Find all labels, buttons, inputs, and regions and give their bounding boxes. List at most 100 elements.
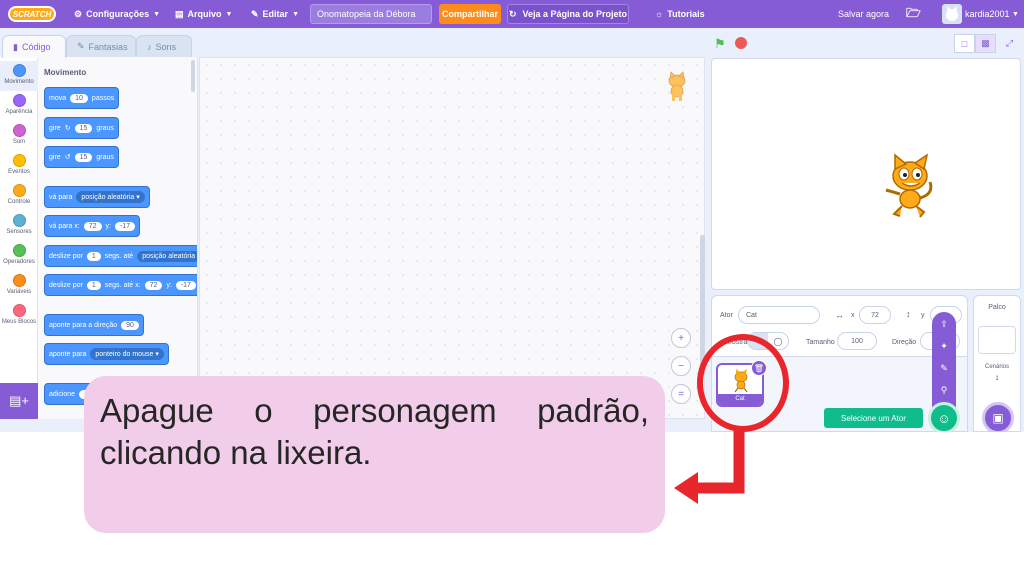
lightbulb-icon: ☼ [655,9,664,19]
category-dot [12,304,26,317]
category-label: Eventos [8,169,30,175]
workspace-scrollbar[interactable] [700,235,705,375]
chevron-down-icon: ▼ [153,10,161,18]
speaker-icon: ♪ [147,41,152,52]
add-extension-button[interactable]: ▤+ [0,383,38,419]
category-events[interactable]: Eventos [0,151,38,181]
block-input[interactable]: 1 [86,251,101,261]
block-text: adicione [49,390,76,398]
tab-costumes[interactable]: ✎ Fantasias [66,35,136,57]
settings-menu[interactable]: ⚙ Configurações ▼ [74,0,160,28]
category-dot [12,184,26,197]
scratch-logo[interactable]: SCRATCH [8,6,56,22]
save-now-button[interactable]: Salvar agora [838,0,889,28]
block-input[interactable]: -17 [115,221,136,231]
fullscreen-button[interactable]: ⤢ [999,34,1020,53]
block-goto[interactable]: vá para posição aleatória ▾ [44,186,150,208]
rotate-left-icon: ↺ [64,154,71,161]
sprite-name-input[interactable]: Cat [738,306,820,324]
size-input[interactable]: 100 [837,332,877,350]
search-icon[interactable]: ⚲ [932,380,956,400]
cat-sprite-icon [668,71,686,101]
block-point-direction[interactable]: aponte para a direção 90 [44,314,144,336]
category-variables[interactable]: Variáveis [0,271,38,301]
block-input[interactable]: 10 [70,93,88,103]
block-text: graus [96,153,114,161]
backdrop-thumbnail[interactable] [978,326,1016,354]
category-dot [12,64,26,77]
palette-scrollbar[interactable] [191,60,195,92]
see-project-page-button[interactable]: ↻ Veja a Página do Projeto [507,4,629,24]
block-input[interactable]: 72 [144,280,163,290]
username[interactable]: kardia2001 [965,0,1010,28]
block-text: gire [49,153,61,161]
block-point-towards[interactable]: aponte para ponteiro do mouse ▾ [44,343,169,365]
block-text: vá para [49,193,73,201]
choose-sprite-button[interactable]: ☺ [928,402,960,432]
zoom-in-button[interactable]: + [671,328,691,348]
block-text: graus [96,124,114,132]
block-input[interactable]: 90 [121,320,139,330]
category-menu: Movimento Aparência Som Eventos Controle… [0,57,38,387]
zoom-out-button[interactable]: − [671,356,691,376]
x-input[interactable]: 72 [859,306,891,324]
block-input[interactable]: 15 [74,123,93,133]
category-looks[interactable]: Aparência [0,91,38,121]
block-dropdown[interactable]: ponteiro do mouse ▾ [90,348,164,360]
rotate-right-icon: ↻ [64,125,71,132]
block-text: vá para x: [49,222,80,230]
stop-button[interactable] [735,37,747,49]
category-operators[interactable]: Operadores [0,241,38,271]
category-dot [12,244,26,257]
category-sensing[interactable]: Sensores [0,211,38,241]
block-input[interactable]: 15 [74,152,93,162]
block-input[interactable]: 72 [83,221,102,231]
category-my-blocks[interactable]: Meus Blocos [0,301,38,331]
category-control[interactable]: Controle [0,181,38,211]
block-input[interactable]: -17 [175,280,196,290]
green-flag-icon[interactable]: ⚑ [714,36,728,51]
block-turn-right[interactable]: gire ↻ 15 graus [44,117,119,139]
normal-stage-button[interactable]: ▩ [975,34,996,53]
stage[interactable] [711,58,1021,290]
category-sound[interactable]: Som [0,121,38,151]
red-arrow-icon [674,428,745,504]
see-project-page-label: Veja a Página do Projeto [522,9,628,19]
edit-menu[interactable]: ✎ Editar ▼ [251,0,299,28]
block-glide-xy[interactable]: deslize por 1 segs. até x: 72 y: -17 [44,274,197,296]
tab-sounds[interactable]: ♪ Sons [136,35,192,57]
folder-icon[interactable]: 🗁 [906,0,921,28]
zoom-reset-button[interactable]: = [671,384,691,404]
block-goto-xy[interactable]: vá para x: 72 y: -17 [44,215,141,237]
block-turn-left[interactable]: gire ↺ 15 graus [44,146,119,168]
block-input[interactable]: 1 [86,280,101,290]
block-dropdown[interactable]: posição aleatória ▾ [76,191,145,203]
project-title-input[interactable]: Onomatopeia da Débora [310,4,432,24]
avatar[interactable] [942,4,962,24]
cat-avatar-icon [946,6,958,21]
surprise-icon[interactable]: ✦ [932,336,956,356]
file-menu-label: Arquivo [187,9,222,19]
upload-sprite-icon[interactable]: ⇧ [932,314,956,334]
share-button[interactable]: Compartilhar [439,4,501,24]
category-label: Movimento [4,79,34,85]
code-workspace[interactable] [199,57,705,419]
zoom-out-icon: − [678,360,684,372]
small-stage-button[interactable]: □ [954,34,975,53]
block-text: segs. até [104,252,134,260]
tutorials-button[interactable]: ☼ Tutoriais [655,0,705,28]
tab-code[interactable]: ▮ Código [2,35,66,58]
block-glide-random[interactable]: deslize por 1 segs. até posição aleatóri… [44,245,197,267]
block-text: segs. até x: [104,281,141,289]
block-move-steps[interactable]: mova 10 passos [44,87,120,109]
category-motion[interactable]: Movimento [0,61,38,91]
choose-backdrop-button[interactable]: ▣ [982,402,1014,432]
paint-brush-icon[interactable]: ✎ [932,358,956,378]
chevron-down-icon: ▾ [155,351,159,358]
block-text: passos [91,94,115,102]
instruction-callout: Apague o personagem padrão, clicando na … [84,376,665,533]
instruction-text: Apague o personagem padrão, clicando na … [100,392,649,471]
block-dropdown[interactable]: posição aleatória [137,250,197,262]
dropdown-label: posição aleatória [81,194,135,201]
file-menu[interactable]: ▤ Arquivo ▼ [175,0,232,28]
